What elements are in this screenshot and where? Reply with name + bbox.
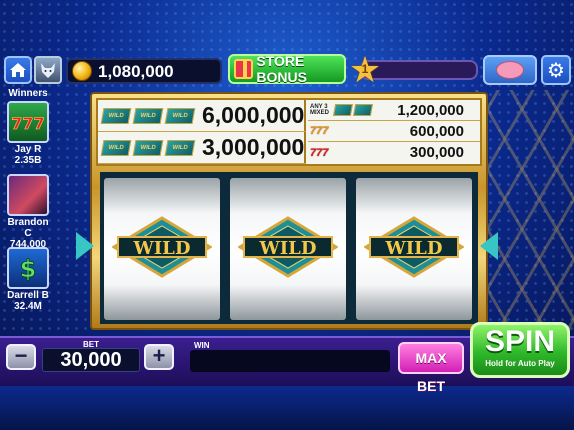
- wild-icon: [332, 104, 354, 116]
- settings-button[interactable]: ⚙: [541, 55, 571, 85]
- spin-button[interactable]: SPIN Hold for Auto Play: [470, 322, 570, 378]
- winner-amount: 2.35B: [14, 155, 42, 166]
- paytable-row: 777 600,000: [308, 121, 480, 142]
- payline-left-arrow-icon: [76, 232, 94, 260]
- any-mixed-label: ANY 3 MIXED: [310, 104, 330, 116]
- profile-avatar[interactable]: [34, 56, 62, 84]
- spin-subtitle: Hold for Auto Play: [485, 359, 555, 368]
- wolf-icon: [41, 63, 55, 78]
- win-label: WIN: [194, 341, 210, 350]
- bet-value: 30,000: [42, 348, 140, 372]
- svg-text:WILD: WILD: [385, 238, 443, 259]
- coin-icon: [72, 61, 92, 81]
- piggy-bank-icon: [496, 61, 524, 79]
- paytable-minor: ANY 3 MIXED 1,200,000 777 600,000 777 30…: [308, 100, 480, 164]
- max-bet-button[interactable]: MAX BET: [398, 342, 464, 394]
- reel: WILD: [104, 178, 220, 320]
- home-button[interactable]: [4, 56, 32, 84]
- paytable-payout: 1,200,000: [397, 101, 464, 119]
- svg-text:777: 777: [11, 114, 44, 133]
- bet-decrease-button[interactable]: −: [6, 344, 36, 370]
- wild-icon: WILD: [164, 139, 196, 156]
- wild-icon: WILD: [238, 216, 338, 278]
- paytable-payout: 6,000,000: [202, 102, 305, 128]
- reel: WILD: [356, 178, 472, 320]
- winner-name: Jay R: [14, 144, 42, 155]
- winners-title: Winners: [8, 88, 48, 99]
- winner-item[interactable]: $ Darrell B 32.4M: [4, 247, 52, 312]
- paytable-major: WILD WILD WILD 6,000,000 WILD WILD WILD …: [98, 100, 306, 164]
- svg-text:WILD: WILD: [259, 238, 317, 259]
- svg-text:$: $: [20, 255, 37, 283]
- paytable-row: WILD WILD WILD 6,000,000: [98, 100, 306, 132]
- wild-icon: WILD: [100, 107, 132, 124]
- home-icon: [10, 63, 26, 77]
- top-bar: 1,080,000 STORE BONUS ★ 1 ⚙: [0, 52, 574, 88]
- red-sevens-icon: 777: [310, 146, 329, 159]
- store-bonus-button[interactable]: STORE BONUS: [228, 53, 346, 85]
- paytable-payout: 300,000: [409, 144, 464, 161]
- winner-name: Brandon C: [7, 217, 49, 239]
- winner-amount: 32.4M: [14, 301, 42, 312]
- winner-name: Darrell B: [7, 290, 49, 301]
- wild-icon: WILD: [100, 139, 132, 156]
- payline-right-arrow-icon: [480, 232, 498, 260]
- wild-icon: WILD: [112, 216, 212, 278]
- gear-icon: ⚙: [547, 59, 565, 82]
- coin-balance-value: 1,080,000: [98, 62, 174, 81]
- reel: WILD: [230, 178, 346, 320]
- winner-item[interactable]: Brandon C 744,000: [4, 174, 52, 250]
- store-bonus-label: STORE BONUS: [256, 53, 307, 85]
- gift-icon: [234, 59, 254, 79]
- dragon-icon: [7, 174, 49, 216]
- money-icon: $: [7, 247, 49, 289]
- sevens-icon: 777: [7, 101, 49, 143]
- winner-item[interactable]: 777 Jay R 2.35B: [4, 101, 52, 166]
- wild-icon: WILD: [132, 139, 164, 156]
- spin-label: SPIN: [484, 325, 556, 358]
- wild-icon: WILD: [132, 107, 164, 124]
- paytable-row: WILD WILD WILD 3,000,000: [98, 132, 306, 164]
- paytable: WILD WILD WILD 6,000,000 WILD WILD WILD …: [96, 98, 482, 166]
- wild-icon: [352, 104, 374, 116]
- paytable-row: ANY 3 MIXED 1,200,000: [308, 100, 480, 121]
- coin-balance: 1,080,000: [66, 58, 222, 84]
- wild-icon: WILD: [164, 107, 196, 124]
- bottom-floor: [0, 386, 574, 430]
- bet-increase-button[interactable]: +: [144, 344, 174, 370]
- paytable-payout: 3,000,000: [202, 134, 305, 160]
- paytable-row: 777 300,000: [308, 142, 480, 163]
- win-value: [190, 350, 390, 372]
- svg-text:WILD: WILD: [133, 238, 191, 259]
- paytable-payout: 600,000: [409, 122, 464, 140]
- piggy-bank-button[interactable]: [483, 55, 537, 85]
- level-number: 1: [361, 62, 369, 76]
- wild-icon: WILD: [364, 216, 464, 278]
- gold-sevens-icon: 777: [310, 125, 329, 137]
